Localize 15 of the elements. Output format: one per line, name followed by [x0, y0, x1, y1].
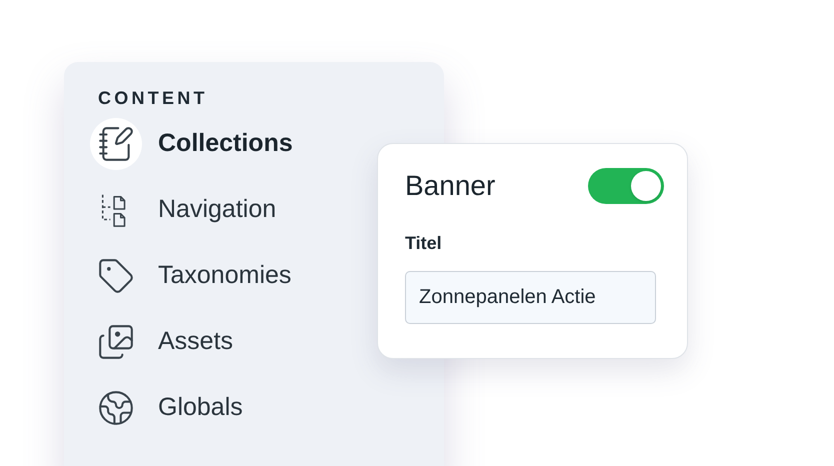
- globe-icon: [97, 389, 135, 427]
- input-field[interactable]: Zonnepanelen Actie: [405, 271, 656, 324]
- sidebar-item[interactable]: Taxonomies: [90, 250, 300, 302]
- sidebar-item[interactable]: Assets: [90, 316, 242, 368]
- sidebar-item[interactable]: Navigation: [90, 184, 284, 236]
- sidebar-item[interactable]: Collections: [90, 118, 301, 170]
- images-icon: [97, 323, 135, 361]
- sidebar-item[interactable]: Globals: [90, 382, 251, 434]
- field-label: Titel: [405, 232, 443, 255]
- section-heading: CONTENT: [98, 87, 209, 110]
- toggle-knob: [631, 171, 661, 201]
- toggle-switch[interactable]: [588, 168, 664, 204]
- notebook-pen-icon: [97, 125, 135, 163]
- tag-icon: [97, 257, 135, 295]
- card-title: Banner: [405, 169, 496, 203]
